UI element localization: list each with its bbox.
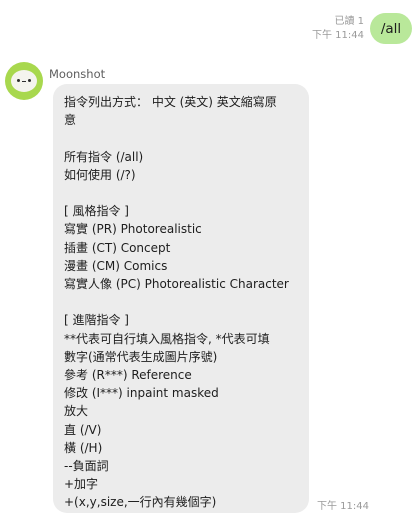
message-line: 寫實人像 (PC) Photorealistic Character [64,277,289,291]
message-line [64,293,299,311]
outgoing-message-meta: 已讀 1 下午 11:44 [312,15,364,44]
message-line: 意 [64,113,77,128]
message-line: 直 (/V) [64,422,102,437]
outgoing-message: 已讀 1 下午 11:44 /all [312,13,412,44]
message-line: 如何使用 (/?) [64,167,136,182]
message-line: 寫實 (PR) Photorealistic [64,222,202,237]
avatar-face [11,70,37,92]
incoming-timestamp: 下午 11:44 [317,501,369,512]
message-line: [ 進階指令 ] [64,313,129,328]
message-line: **代表可自行填入風格指令, *代表可填 [64,331,270,346]
message-line: 所有指令 (/all) [64,149,144,164]
message-line [64,184,299,202]
avatar-left-eye [17,79,20,82]
avatar-mouth [22,81,26,82]
sender-name[interactable]: Moonshot [49,67,105,82]
message-line: 放大 [64,404,89,419]
read-receipt: 已讀 1 [334,16,364,27]
message-line: --負面詞 [64,459,109,474]
outgoing-message-bubble[interactable]: /all [370,13,412,44]
outgoing-timestamp: 下午 11:44 [312,30,364,41]
message-line: +加字 [64,477,99,492]
message-line: 修改 (I***) inpaint masked [64,386,219,401]
incoming-message-bubble[interactable]: 指令列出方式： 中文 (英文) 英文縮寫原意所有指令 (/all) 如何使用 (/… [53,84,309,513]
message-line: 數字(通常代表生成圖片序號) [64,349,218,364]
message-line [64,129,299,147]
avatar-right-eye [28,79,31,82]
message-line: +(x,y,size,一行內有幾個字) [64,495,217,510]
message-line: 指令列出方式： 中文 (英文) 英文縮寫原 [64,95,277,109]
message-line: 插畫 (CT) Concept [64,240,171,255]
message-line: [ 風格指令 ] [64,204,129,219]
message-line: 橫 (/H) [64,440,103,455]
message-line: 漫畫 (CM) Comics [64,258,168,273]
message-line: 參考 (R***) Reference [64,368,192,382]
moonshot-avatar-icon[interactable] [5,62,43,100]
